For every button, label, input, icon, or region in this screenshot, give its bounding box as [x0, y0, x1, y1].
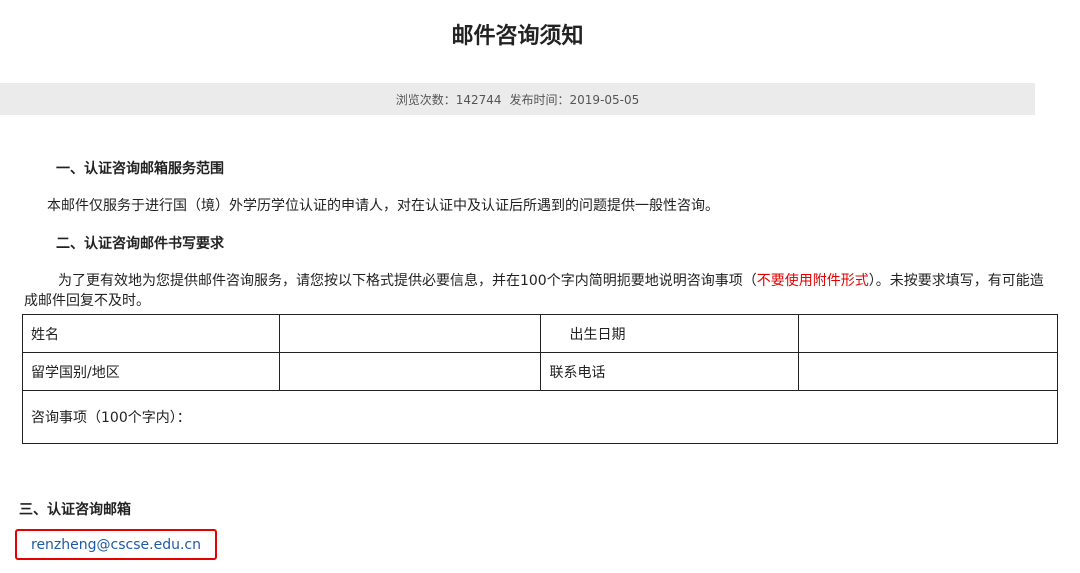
table-row: 咨询事项（100个字内）： [22, 390, 1058, 444]
section1-heading: 一、认证咨询邮箱服务范围 [56, 161, 224, 177]
table-row: 留学国别/地区 联系电话 [22, 352, 1058, 391]
email-link[interactable]: renzheng@cscse.edu.cn [31, 537, 201, 553]
birthdate-label-cell: 出生日期 [540, 314, 800, 353]
table-row: 姓名 出生日期 [22, 314, 1058, 353]
country-label-cell: 留学国别/地区 [22, 352, 280, 391]
section2-body-text: 为了更有效地为您提供邮件咨询服务，请您按以下格式提供必要信息，并在100个字内简… [58, 273, 757, 289]
country-value-cell [278, 352, 542, 391]
section2-body: 为了更有效地为您提供邮件咨询服务，请您按以下格式提供必要信息，并在100个字内简… [24, 271, 1044, 311]
inquiry-matter-cell: 咨询事项（100个字内）： [22, 390, 1058, 444]
section2-heading: 二、认证咨询邮件书写要求 [56, 236, 224, 252]
section1-body: 本邮件仅服务于进行国（境）外学历学位认证的申请人，对在认证中及认证后所遇到的问题… [47, 198, 719, 214]
publish-date: 发布时间：2019-05-05 [509, 92, 640, 107]
name-label-cell: 姓名 [22, 314, 280, 353]
phone-value-cell [798, 352, 1058, 391]
birthdate-value-cell [798, 314, 1058, 353]
meta-bar: 浏览次数：142744 发布时间：2019-05-05 [0, 83, 1035, 115]
inquiry-format-table: 姓名 出生日期 留学国别/地区 联系电话 咨询事项（100个字内）： [22, 314, 1058, 444]
email-callout-box: renzheng@cscse.edu.cn [15, 529, 217, 560]
name-value-cell [278, 314, 542, 353]
phone-label-cell: 联系电话 [540, 352, 800, 391]
attachment-warning: 不要使用附件形式 [756, 273, 869, 289]
section3-heading: 三、认证咨询邮箱 [19, 502, 131, 518]
view-count: 浏览次数：142744 [395, 92, 502, 107]
page-title: 邮件咨询须知 [451, 24, 584, 49]
